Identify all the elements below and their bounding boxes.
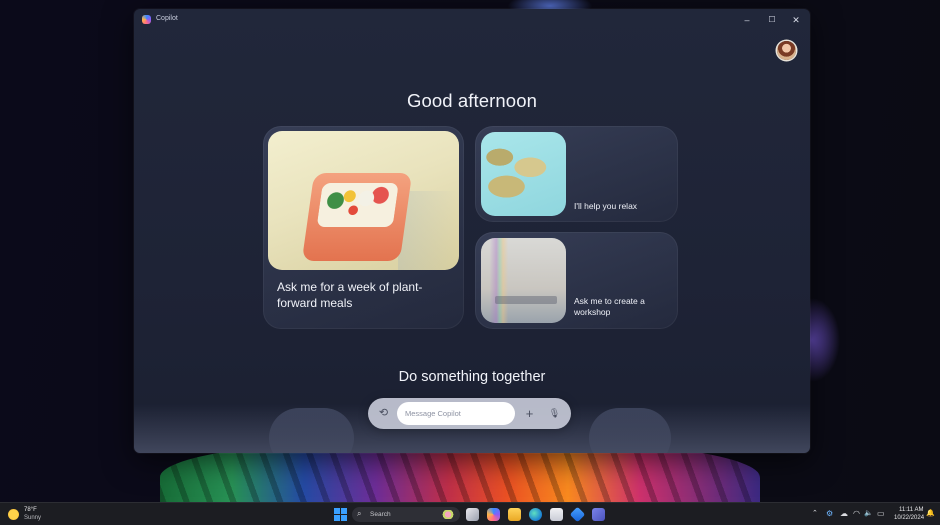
wifi-icon[interactable]: ◠ <box>853 509 860 518</box>
dev-app-icon[interactable] <box>569 506 586 523</box>
meal-box-illustration <box>301 173 413 261</box>
add-icon[interactable]: + <box>522 406 537 421</box>
task-view-icon[interactable] <box>466 508 479 521</box>
copilot-window: Copilot – ☐ ✕ Good afternoon Ask me for … <box>134 9 810 453</box>
suggestion-card-label: I'll help you relax <box>574 201 638 211</box>
workshop-room-image <box>481 238 566 323</box>
copilot-logo-icon <box>142 15 151 24</box>
store-icon[interactable] <box>550 508 563 521</box>
close-button[interactable]: ✕ <box>786 13 806 27</box>
search-highlight-icon <box>442 510 454 519</box>
meal-image <box>268 131 459 270</box>
search-icon: ⌕ <box>357 509 362 518</box>
clock-date[interactable]: 10/22/2024 <box>894 515 924 521</box>
battery-icon[interactable]: ▭ <box>877 509 885 518</box>
onedrive-cloud-icon[interactable]: ☁ <box>840 509 848 518</box>
user-avatar[interactable] <box>777 41 796 60</box>
maximize-button[interactable]: ☐ <box>762 13 782 27</box>
leaves-image <box>481 132 566 216</box>
weather-temperature[interactable]: 78°F <box>24 507 37 513</box>
suggestion-card-label: Ask me to create a workshop <box>574 296 645 317</box>
clock-time[interactable]: 11:11 AM <box>899 507 923 513</box>
show-hidden-icons-chevron-icon[interactable]: ⌃ <box>812 509 818 517</box>
message-input[interactable] <box>397 402 515 425</box>
teams-icon[interactable] <box>592 508 605 521</box>
taskbar-search-box[interactable]: ⌕ Search <box>352 507 460 522</box>
notification-bell-icon[interactable]: 🔔 <box>926 509 935 517</box>
greeting-heading: Good afternoon <box>407 90 537 111</box>
minimize-button[interactable]: – <box>737 13 757 27</box>
section-heading: Do something together <box>398 369 546 385</box>
suggestion-card-label: Ask me for a week of plant-forward meals <box>277 280 423 310</box>
microphone-icon[interactable]: 🎙 <box>547 406 562 421</box>
suggestion-card-meals[interactable]: Ask me for a week of plant-forward meals <box>263 126 464 329</box>
weather-condition[interactable]: Sunny <box>24 515 41 521</box>
suggestion-card-workshop[interactable]: Ask me to create a workshop <box>475 232 678 329</box>
sun-icon[interactable] <box>8 509 19 520</box>
volume-icon[interactable]: 🔈 <box>864 509 873 517</box>
history-icon[interactable]: ⟲ <box>376 406 391 421</box>
copilot-taskbar-icon[interactable] <box>487 508 500 521</box>
edge-browser-icon[interactable] <box>529 508 542 521</box>
suggestion-card-relax[interactable]: I'll help you relax <box>475 126 678 222</box>
title-bar[interactable]: Copilot – ☐ ✕ <box>134 9 810 31</box>
network-app-icon[interactable]: ⚙ <box>826 509 833 518</box>
taskbar-search-label: Search <box>370 510 391 518</box>
file-explorer-icon[interactable] <box>508 508 521 521</box>
window-title: Copilot <box>156 15 178 22</box>
message-composer: ⟲ + 🎙 <box>368 398 571 429</box>
taskbar: 78°F Sunny ⌕ Search ⌃ ⚙ ☁ ◠ 🔈 ▭ 11:11 AM… <box>0 502 940 525</box>
windows-start-icon[interactable] <box>334 508 347 521</box>
